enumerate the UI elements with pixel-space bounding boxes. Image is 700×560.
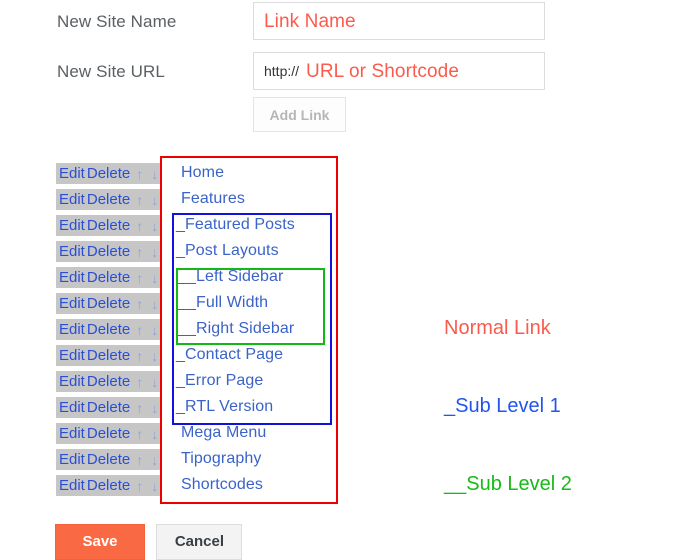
link-title[interactable]: __Right Sidebar xyxy=(178,320,294,338)
edit-link-button[interactable]: Edit xyxy=(59,399,85,416)
move-down-icon[interactable]: ↓ xyxy=(151,426,158,442)
delete-link-button[interactable]: Delete xyxy=(87,425,130,442)
new-site-name-row: New Site Name Link Name xyxy=(0,2,700,44)
move-up-icon[interactable]: ↑ xyxy=(136,270,143,286)
delete-link-button[interactable]: Delete xyxy=(87,399,130,416)
row-actions: Edit Delete ↑ ↓ xyxy=(56,475,161,496)
link-title[interactable]: Features xyxy=(181,190,245,208)
legend: Normal Link _Sub Level 1 __Sub Level 2 xyxy=(444,263,572,523)
link-title[interactable]: _RTL Version xyxy=(176,398,273,416)
move-up-icon[interactable]: ↑ xyxy=(136,478,143,494)
edit-link-button[interactable]: Edit xyxy=(59,373,85,390)
link-title[interactable]: Mega Menu xyxy=(181,424,266,442)
delete-link-button[interactable]: Delete xyxy=(87,217,130,234)
new-site-url-input[interactable]: http:// URL or Shortcode xyxy=(253,52,545,90)
move-down-icon[interactable]: ↓ xyxy=(151,270,158,286)
row-actions: Edit Delete ↑ ↓ xyxy=(56,215,161,236)
link-title[interactable]: __Left Sidebar xyxy=(178,268,283,286)
delete-link-button[interactable]: Delete xyxy=(87,477,130,494)
move-down-icon[interactable]: ↓ xyxy=(151,400,158,416)
row-actions: Edit Delete ↑ ↓ xyxy=(56,319,161,340)
move-up-icon[interactable]: ↑ xyxy=(136,400,143,416)
move-up-icon[interactable]: ↑ xyxy=(136,166,143,182)
row-actions: Edit Delete ↑ ↓ xyxy=(56,423,161,444)
edit-link-button[interactable]: Edit xyxy=(59,477,85,494)
move-down-icon[interactable]: ↓ xyxy=(151,452,158,468)
edit-link-button[interactable]: Edit xyxy=(59,269,85,286)
move-down-icon[interactable]: ↓ xyxy=(151,244,158,260)
row-actions: Edit Delete ↑ ↓ xyxy=(56,267,161,288)
new-site-name-label: New Site Name xyxy=(57,12,177,31)
move-up-icon[interactable]: ↑ xyxy=(136,296,143,312)
move-down-icon[interactable]: ↓ xyxy=(151,166,158,182)
move-down-icon[interactable]: ↓ xyxy=(151,348,158,364)
link-title[interactable]: Tipography xyxy=(181,450,261,468)
move-up-icon[interactable]: ↑ xyxy=(136,426,143,442)
row-actions: Edit Delete ↑ ↓ xyxy=(56,189,161,210)
delete-link-button[interactable]: Delete xyxy=(87,347,130,364)
edit-link-button[interactable]: Edit xyxy=(59,165,85,182)
row-actions: Edit Delete ↑ ↓ xyxy=(56,371,161,392)
move-down-icon[interactable]: ↓ xyxy=(151,296,158,312)
delete-link-button[interactable]: Delete xyxy=(87,243,130,260)
edit-link-button[interactable]: Edit xyxy=(59,451,85,468)
link-title[interactable]: Shortcodes xyxy=(181,476,263,494)
move-down-icon[interactable]: ↓ xyxy=(151,322,158,338)
add-link-button[interactable]: Add Link xyxy=(253,97,346,132)
legend-sub-level-1: _Sub Level 1 xyxy=(444,395,561,417)
link-title[interactable]: __Full Width xyxy=(178,294,268,312)
footer-buttons: Save Cancel xyxy=(55,524,243,560)
new-site-name-placeholder: Link Name xyxy=(264,10,356,32)
move-down-icon[interactable]: ↓ xyxy=(151,218,158,234)
move-up-icon[interactable]: ↑ xyxy=(136,452,143,468)
legend-sub-level-2: __Sub Level 2 xyxy=(444,473,572,495)
new-site-url-row: New Site URL http:// URL or Shortcode xyxy=(0,52,700,94)
edit-link-button[interactable]: Edit xyxy=(59,243,85,260)
move-up-icon[interactable]: ↑ xyxy=(136,322,143,338)
edit-link-button[interactable]: Edit xyxy=(59,347,85,364)
link-title[interactable]: _Post Layouts xyxy=(176,242,279,260)
move-up-icon[interactable]: ↑ xyxy=(136,244,143,260)
row-actions: Edit Delete ↑ ↓ xyxy=(56,241,161,262)
link-title[interactable]: _Error Page xyxy=(176,372,263,390)
new-site-url-label: New Site URL xyxy=(57,62,165,81)
move-down-icon[interactable]: ↓ xyxy=(151,478,158,494)
delete-link-button[interactable]: Delete xyxy=(87,269,130,286)
move-down-icon[interactable]: ↓ xyxy=(151,192,158,208)
save-button[interactable]: Save xyxy=(55,524,145,560)
delete-link-button[interactable]: Delete xyxy=(87,295,130,312)
move-up-icon[interactable]: ↑ xyxy=(136,192,143,208)
row-actions: Edit Delete ↑ ↓ xyxy=(56,397,161,418)
link-title[interactable]: Home xyxy=(181,164,224,182)
edit-link-button[interactable]: Edit xyxy=(59,191,85,208)
delete-link-button[interactable]: Delete xyxy=(87,451,130,468)
delete-link-button[interactable]: Delete xyxy=(87,373,130,390)
link-title[interactable]: _Featured Posts xyxy=(176,216,295,234)
delete-link-button[interactable]: Delete xyxy=(87,191,130,208)
edit-link-button[interactable]: Edit xyxy=(59,217,85,234)
move-up-icon[interactable]: ↑ xyxy=(136,374,143,390)
edit-link-button[interactable]: Edit xyxy=(59,425,85,442)
edit-link-button[interactable]: Edit xyxy=(59,295,85,312)
url-protocol-prefix: http:// xyxy=(264,63,300,79)
edit-link-button[interactable]: Edit xyxy=(59,321,85,338)
link-title[interactable]: _Contact Page xyxy=(176,346,283,364)
new-site-url-placeholder: URL or Shortcode xyxy=(306,60,460,82)
cancel-button[interactable]: Cancel xyxy=(156,524,243,560)
row-actions: Edit Delete ↑ ↓ xyxy=(56,163,161,184)
move-up-icon[interactable]: ↑ xyxy=(136,218,143,234)
move-down-icon[interactable]: ↓ xyxy=(151,374,158,390)
row-actions: Edit Delete ↑ ↓ xyxy=(56,345,161,366)
legend-normal-link: Normal Link xyxy=(444,317,551,339)
row-actions: Edit Delete ↑ ↓ xyxy=(56,449,161,470)
new-site-name-input[interactable]: Link Name xyxy=(253,2,545,40)
move-up-icon[interactable]: ↑ xyxy=(136,348,143,364)
delete-link-button[interactable]: Delete xyxy=(87,165,130,182)
delete-link-button[interactable]: Delete xyxy=(87,321,130,338)
row-actions: Edit Delete ↑ ↓ xyxy=(56,293,161,314)
